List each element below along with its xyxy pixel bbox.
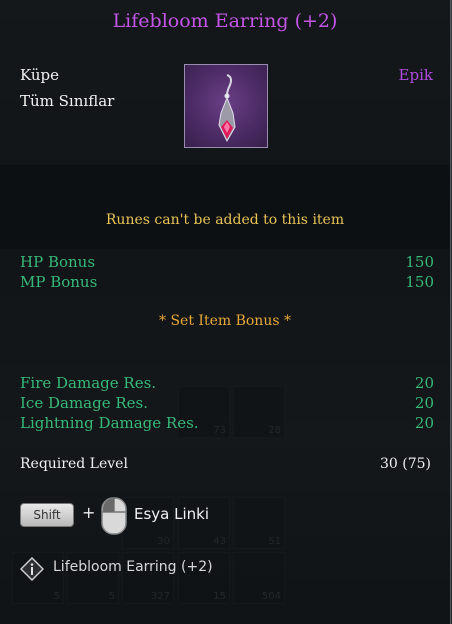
required-level-value: 30 (75) <box>379 456 431 472</box>
stat-value: 150 <box>405 273 434 291</box>
stat-row-hp-bonus: HP Bonus 150 <box>20 253 434 271</box>
item-link-label: Esya Linki <box>134 505 210 523</box>
earring-icon <box>184 64 268 148</box>
mouse-icon <box>100 496 128 536</box>
stat-label: Fire Damage Res. <box>20 374 157 392</box>
item-rarity: Epik <box>398 66 433 84</box>
tooltip-divider-band <box>0 165 450 249</box>
runes-note: Runes can't be added to this item <box>105 212 345 228</box>
info-icon <box>19 556 45 582</box>
stat-value: 150 <box>405 253 434 271</box>
stat-label: Lightning Damage Res. <box>20 414 199 432</box>
item-tooltip: Lifebloom Earring (+2) Küpe Tüm Sınıflar… <box>0 0 451 624</box>
required-level-row: Required Level 30 (75) <box>20 456 434 472</box>
stat-row-fire-res: Fire Damage Res. 20 <box>20 374 434 392</box>
chat-link-label[interactable]: Lifebloom Earring (+2) <box>53 559 213 575</box>
stat-row-mp-bonus: MP Bonus 150 <box>20 273 434 291</box>
stat-row-ice-res: Ice Damage Res. 20 <box>20 394 434 412</box>
item-type: Küpe <box>20 66 60 84</box>
item-class: Tüm Sınıflar <box>20 92 115 110</box>
required-level-label: Required Level <box>20 456 128 472</box>
shift-key-icon: Shift <box>20 503 74 527</box>
stat-value: 20 <box>414 394 434 412</box>
stat-value: 20 <box>414 414 434 432</box>
item-title: Lifebloom Earring (+2) <box>112 10 338 32</box>
plus-sign: + <box>82 503 96 522</box>
stat-value: 20 <box>414 374 434 392</box>
set-bonus-header: * Set Item Bonus * <box>159 313 291 329</box>
stat-label: HP Bonus <box>20 253 96 271</box>
stat-label: MP Bonus <box>20 273 98 291</box>
stat-label: Ice Damage Res. <box>20 394 148 412</box>
stat-row-lightning-res: Lightning Damage Res. 20 <box>20 414 434 432</box>
